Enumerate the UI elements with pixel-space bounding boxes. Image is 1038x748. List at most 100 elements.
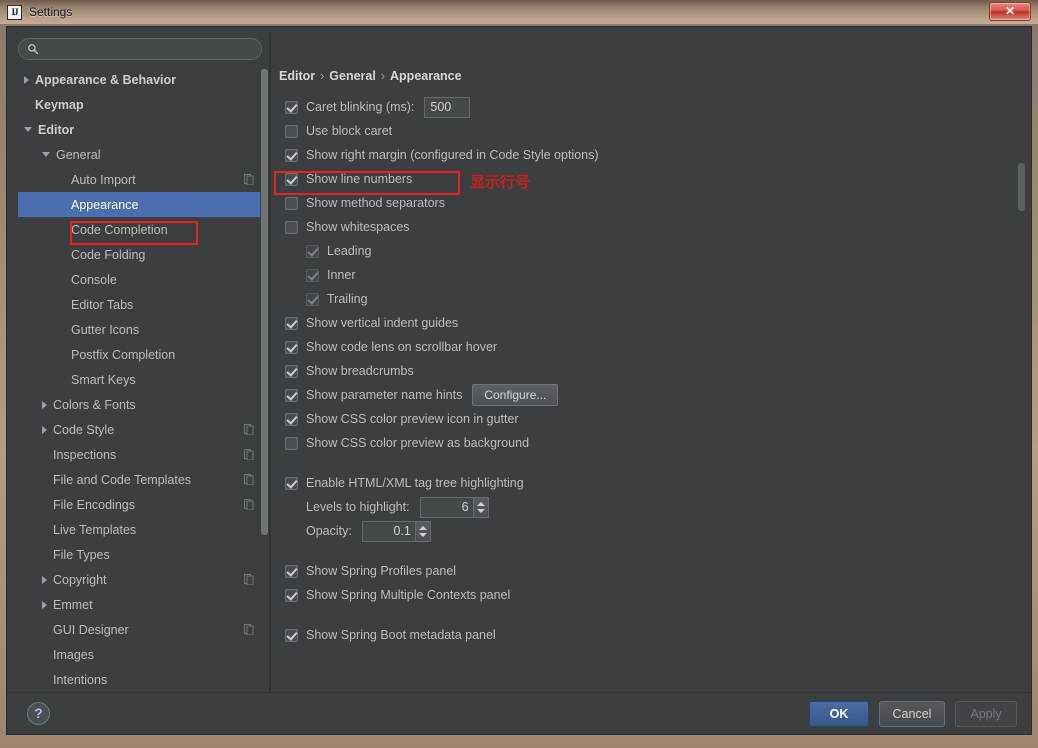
sidebar-scrollbar[interactable] [260, 67, 269, 687]
option-row-show-breadcrumbs: Show breadcrumbs [285, 359, 1005, 383]
sidebar-item-keymap[interactable]: Keymap [18, 92, 262, 117]
option-label: Opacity: [306, 524, 352, 538]
chevron-right-icon[interactable] [42, 575, 47, 584]
checkbox-show-spring-multiple-contexts-panel[interactable] [285, 588, 298, 602]
sidebar-item-label: Images [53, 647, 94, 662]
sidebar-item-smart-keys[interactable]: Smart Keys [18, 367, 262, 392]
chevron-right-icon[interactable] [42, 600, 47, 609]
checkbox-show-css-color-preview-icon-in-gutter[interactable] [285, 412, 298, 426]
option-row-show-parameter-name-hints: Show parameter name hints Configure... [285, 383, 1005, 407]
checkbox-show-breadcrumbs[interactable] [285, 364, 298, 378]
sidebar-item-intentions[interactable]: Intentions [18, 667, 262, 687]
sidebar-item-label: Code Folding [71, 247, 146, 262]
checkbox-show-right-margin-configured-in-code-style-options[interactable] [285, 148, 298, 162]
sidebar-item-file-and-code-templates[interactable]: File and Code Templates [18, 467, 262, 492]
sidebar-item-code-style[interactable]: Code Style [18, 417, 262, 442]
checkbox-show-spring-boot-metadata-panel[interactable] [285, 628, 298, 642]
chevron-right-icon[interactable] [42, 400, 47, 409]
sidebar-item-auto-import[interactable]: Auto Import [18, 167, 262, 192]
arrow-down-icon[interactable] [418, 532, 427, 537]
sidebar-item-gui-designer[interactable]: GUI Designer [18, 617, 262, 642]
arrow-up-icon[interactable] [476, 501, 485, 506]
spinner-input-levels-to-highlight[interactable] [420, 497, 473, 517]
content-scrollbar[interactable] [1018, 163, 1025, 583]
sidebar-item-live-templates[interactable]: Live Templates [18, 517, 262, 542]
sidebar-item-label: Copyright [53, 572, 107, 587]
checkbox-show-css-color-preview-as-background[interactable] [285, 436, 298, 450]
sidebar-item-appearance-behavior[interactable]: Appearance & Behavior [18, 67, 262, 92]
option-row-show-spring-profiles-panel: Show Spring Profiles panel [285, 559, 1005, 583]
option-row-opacity: Opacity: [285, 519, 1005, 543]
sidebar-item-postfix-completion[interactable]: Postfix Completion [18, 342, 262, 367]
sidebar-item-label: Auto Import [71, 172, 136, 187]
breadcrumb-editor[interactable]: Editor [279, 69, 315, 83]
annotation-note: 显示行号 [470, 173, 531, 191]
sidebar-item-label: Editor Tabs [71, 297, 134, 312]
sidebar-item-editor-tabs[interactable]: Editor Tabs [18, 292, 262, 317]
checkbox-trailing [306, 292, 319, 306]
checkbox-show-vertical-indent-guides[interactable] [285, 316, 298, 330]
apply-button: Apply [955, 701, 1017, 727]
ok-button[interactable]: OK [809, 701, 869, 727]
spinner-opacity[interactable] [361, 520, 431, 542]
content-scrollbar-thumb[interactable] [1018, 163, 1025, 211]
sidebar-item-editor[interactable]: Editor [18, 117, 262, 142]
arrow-up-icon[interactable] [418, 525, 427, 530]
sidebar-scrollbar-thumb[interactable] [261, 69, 268, 535]
checkbox-show-spring-profiles-panel[interactable] [285, 564, 298, 578]
sidebar-item-appearance[interactable]: Appearance [18, 192, 262, 217]
settings-tree[interactable]: Appearance & Behavior Keymap Editor General… [18, 67, 262, 687]
checkbox-show-whitespaces[interactable] [285, 220, 298, 234]
configure-button[interactable]: Configure... [472, 384, 559, 406]
option-row-inner: Inner [285, 263, 1005, 287]
option-label: Show line numbers [306, 172, 413, 186]
chevron-right-icon[interactable] [24, 75, 29, 84]
search-icon [28, 44, 39, 55]
pane-splitter[interactable] [269, 33, 271, 692]
arrow-down-icon[interactable] [476, 508, 485, 513]
spinner-levels-to-highlight[interactable] [419, 496, 489, 518]
option-label: Use block caret [306, 124, 393, 138]
help-button[interactable]: ? [27, 702, 50, 725]
checkbox-caret-blinking-ms[interactable] [285, 100, 298, 114]
chevron-down-icon[interactable] [42, 152, 50, 157]
option-label: Show method separators [306, 196, 445, 210]
sidebar-item-general[interactable]: General [18, 142, 262, 167]
option-label: Show code lens on scrollbar hover [306, 340, 498, 354]
sidebar-item-file-encodings[interactable]: File Encodings [18, 492, 262, 517]
chevron-right-icon[interactable] [42, 425, 47, 434]
checkbox-use-block-caret[interactable] [285, 124, 298, 138]
sidebar-item-console[interactable]: Console [18, 267, 262, 292]
close-icon[interactable]: ✕ [989, 2, 1031, 21]
sidebar-item-code-completion[interactable]: Code Completion [18, 217, 262, 242]
sidebar-item-code-folding[interactable]: Code Folding [18, 242, 262, 267]
input-caret-blinking-ms[interactable] [424, 96, 471, 118]
sidebar-item-label: Console [71, 272, 117, 287]
breadcrumb-general[interactable]: General [329, 69, 376, 83]
checkbox-show-code-lens-on-scrollbar-hover[interactable] [285, 340, 298, 354]
project-settings-icon [244, 424, 254, 435]
sidebar-item-colors-fonts[interactable]: Colors & Fonts [18, 392, 262, 417]
checkbox-show-method-separators[interactable] [285, 196, 298, 210]
checkbox-show-line-numbers[interactable] [285, 172, 298, 186]
search-box[interactable] [18, 38, 262, 60]
option-row-enable-html-xml-tag-tree-highlighting: Enable HTML/XML tag tree highlighting [285, 471, 1005, 495]
sidebar-item-images[interactable]: Images [18, 642, 262, 667]
option-label: Caret blinking (ms): [306, 100, 415, 114]
sidebar-item-file-types[interactable]: File Types [18, 542, 262, 567]
sidebar-item-emmet[interactable]: Emmet [18, 592, 262, 617]
search-input[interactable] [39, 41, 261, 57]
spinner-arrows[interactable] [472, 497, 488, 517]
sidebar-item-copyright[interactable]: Copyright [18, 567, 262, 592]
spinner-input-opacity[interactable] [362, 521, 415, 541]
cancel-button[interactable]: Cancel [879, 701, 945, 727]
sidebar-item-gutter-icons[interactable]: Gutter Icons [18, 317, 262, 342]
spinner-arrows[interactable] [414, 521, 430, 541]
option-label: Show CSS color preview as background [306, 436, 530, 450]
option-label: Enable HTML/XML tag tree highlighting [306, 476, 524, 490]
checkbox-enable-html-xml-tag-tree-highlighting[interactable] [285, 476, 298, 490]
chevron-down-icon[interactable] [24, 127, 32, 132]
sidebar-item-inspections[interactable]: Inspections [18, 442, 262, 467]
checkbox-show-parameter-name-hints[interactable] [285, 388, 298, 402]
option-row-show-code-lens-on-scrollbar-hover: Show code lens on scrollbar hover [285, 335, 1005, 359]
